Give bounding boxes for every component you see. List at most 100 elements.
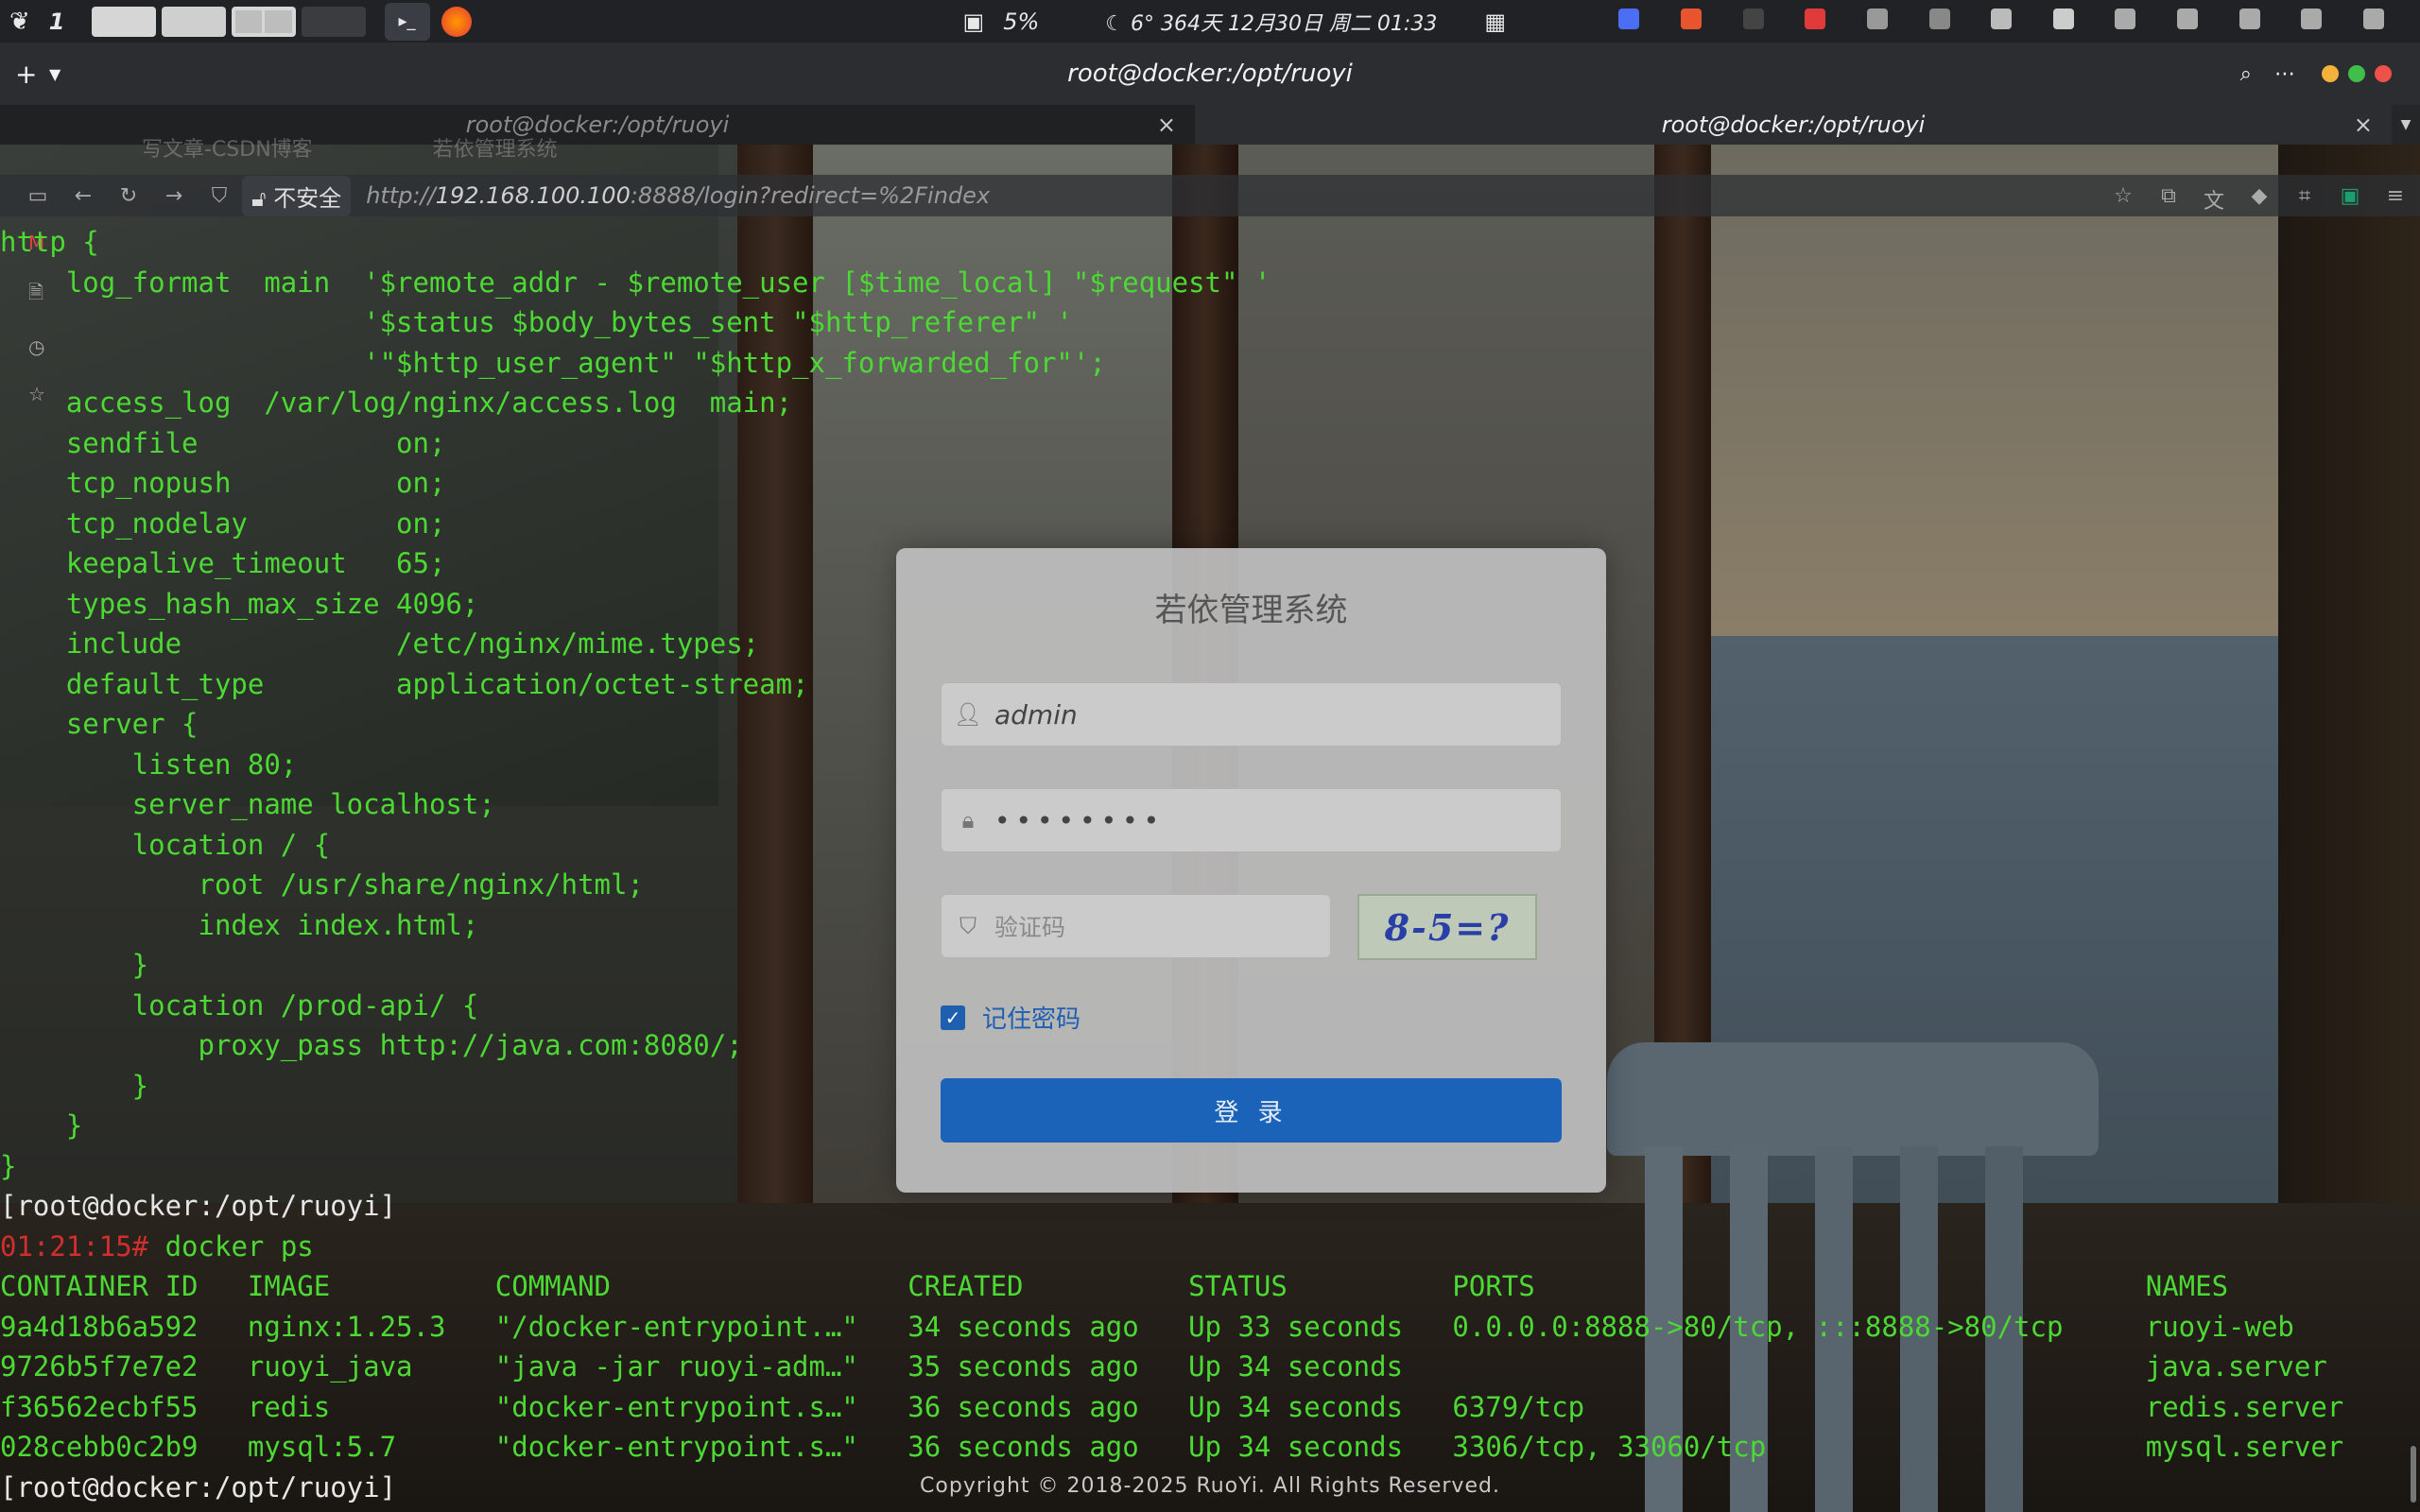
shield-icon: ⛉ bbox=[211, 184, 228, 208]
brightness-icon[interactable] bbox=[2115, 8, 2136, 29]
docker-ps-row: 028cebb0c2b9 mysql:5.7 "docker-entrypoin… bbox=[0, 1427, 2420, 1468]
close-icon[interactable]: × bbox=[2354, 112, 2373, 138]
login-dialog: 若依管理系统 👤︎ admin 🔒︎ •••••••• ⛉ 验证码 8-5=? … bbox=[896, 548, 1606, 1193]
terminal-text: sendfile on; bbox=[0, 426, 446, 459]
terminal-text: access_log /var/log/nginx/access.log mai… bbox=[0, 387, 793, 419]
terminal-text: 9a4d18b6a592 nginx:1.25.3 "/docker-entry… bbox=[0, 1310, 2294, 1343]
terminal-line: tcp_nodelay on; bbox=[0, 504, 2420, 544]
security-label: 不安全 bbox=[273, 184, 342, 212]
extension-icon[interactable]: ◆ bbox=[2248, 184, 2271, 208]
volume-icon[interactable] bbox=[2301, 8, 2323, 29]
tray-app-icon[interactable] bbox=[1742, 8, 1764, 29]
docker-ps-row: f36562ecbf55 redis "docker-entrypoint.s…… bbox=[0, 1387, 2420, 1428]
url-path: :8888/login?redirect=%2Findex bbox=[630, 182, 991, 209]
password-field[interactable]: 🔒︎ •••••••• bbox=[941, 788, 1562, 852]
terminal-text: 01:21:15# bbox=[0, 1229, 149, 1263]
terminal-text: } bbox=[0, 1149, 17, 1182]
scrollbar[interactable] bbox=[2411, 1446, 2416, 1503]
terminal-text: log_format main '$remote_addr - $remote_… bbox=[0, 266, 1271, 299]
workspace-3[interactable] bbox=[231, 6, 296, 37]
browser-url-bar: ▭ ← ↻ → ⛉ 🔓︎ 不安全 http://192.168.100.100:… bbox=[0, 175, 2420, 216]
close-button[interactable] bbox=[2375, 65, 2392, 82]
tray-app-icon[interactable] bbox=[1866, 8, 1888, 29]
terminal-titlebar: + ▼ root@docker:/opt/ruoyi ⌕ ⋯ bbox=[0, 43, 2420, 105]
extension-green-icon[interactable]: ▣ bbox=[2339, 184, 2361, 208]
tray-app-icon[interactable] bbox=[1618, 8, 1640, 29]
back-icon[interactable]: ← bbox=[72, 184, 95, 208]
datetime: ☾ 6° 364天 12月30日 周二 01:33 bbox=[1105, 11, 1438, 36]
terminal-text: '$status $body_bytes_sent "$http_referer… bbox=[0, 306, 1073, 338]
browser-tab-csdn[interactable]: 写文章-CSDN博客 bbox=[142, 138, 313, 162]
power-icon[interactable] bbox=[2363, 8, 2384, 29]
browser-tabs: 写文章-CSDN博客 若依管理系统 bbox=[57, 132, 558, 163]
terminal-text: } bbox=[0, 949, 149, 981]
calendar-icon[interactable]: ▦ bbox=[1484, 9, 1506, 35]
terminal-text: docker ps bbox=[148, 1229, 314, 1263]
app-logo-icon[interactable]: ❦ bbox=[9, 8, 30, 36]
translate-icon[interactable]: 文 bbox=[2203, 184, 2225, 214]
wifi-icon[interactable] bbox=[2177, 8, 2199, 29]
tray-app-icon[interactable] bbox=[1928, 8, 1950, 29]
captcha-placeholder: 验证码 bbox=[994, 914, 1066, 941]
url-input[interactable]: http://192.168.100.100:8888/login?redire… bbox=[366, 182, 990, 209]
remember-label: 记住密码 bbox=[982, 1005, 1081, 1034]
maximize-button[interactable] bbox=[2348, 65, 2365, 82]
terminal-tab-2[interactable]: root@docker:/opt/ruoyi × bbox=[1195, 105, 2392, 145]
terminal-text: 028cebb0c2b9 mysql:5.7 "docker-entrypoin… bbox=[0, 1431, 2344, 1463]
workspace-2[interactable] bbox=[161, 6, 226, 37]
terminal-text: proxy_pass http://java.com:8080/; bbox=[0, 1029, 743, 1061]
browser-tab-ruoyi[interactable]: 若依管理系统 bbox=[433, 138, 558, 162]
bluetooth-icon[interactable] bbox=[2238, 8, 2260, 29]
lock-icon: 🔒︎ bbox=[961, 807, 975, 833]
window-title: root@docker:/opt/ruoyi bbox=[1067, 60, 1353, 88]
cpu-usage: 5% bbox=[1003, 8, 1040, 35]
terminal-text: types_hash_max_size 4096; bbox=[0, 587, 479, 620]
captcha-image[interactable]: 8-5=? bbox=[1357, 894, 1537, 960]
terminal-text: } bbox=[0, 1069, 149, 1102]
system-bar: ❦ 1 ▸_ ▣ 5% ☾ 6° 364天 12月30日 周二 01:33 ▦ bbox=[0, 0, 2420, 43]
terminal-line: log_format main '$remote_addr - $remote_… bbox=[0, 263, 2420, 303]
firefox-app-icon[interactable] bbox=[441, 6, 472, 37]
tray-app-icon[interactable] bbox=[1805, 8, 1826, 29]
terminal-text: tcp_nopush on; bbox=[0, 467, 446, 499]
terminal-line: http { bbox=[0, 222, 2420, 263]
battery-icon[interactable] bbox=[2052, 8, 2074, 29]
username-field[interactable]: 👤︎ admin bbox=[941, 682, 1562, 747]
checkbox-checked-icon[interactable]: ✓ bbox=[941, 1005, 965, 1030]
terminal-text: server { bbox=[0, 708, 199, 740]
terminal-line: tcp_nopush on; bbox=[0, 463, 2420, 504]
extensions-icon[interactable]: ⧉ bbox=[2157, 184, 2180, 208]
chevron-down-icon[interactable]: ▼ bbox=[49, 65, 60, 83]
workspace-1[interactable] bbox=[91, 6, 156, 37]
sidebar-toggle-icon[interactable]: ▭ bbox=[26, 184, 49, 208]
user-icon: 👤︎ bbox=[953, 701, 983, 728]
terminal-text: CONTAINER ID IMAGE COMMAND CREATED STATU… bbox=[0, 1270, 2229, 1302]
copyright-text: Copyright © 2018-2025 RuoYi. All Rights … bbox=[920, 1474, 1500, 1498]
terminal-line: '"$http_user_agent" "$http_x_forwarded_f… bbox=[0, 343, 2420, 384]
crop-icon[interactable]: ⌗ bbox=[2293, 184, 2316, 208]
security-indicator[interactable]: 🔓︎ 不安全 bbox=[242, 175, 352, 216]
login-button[interactable]: 登 录 bbox=[941, 1078, 1562, 1143]
menu-icon[interactable]: ⋯ bbox=[2274, 62, 2295, 86]
hamburger-menu-icon[interactable]: ≡ bbox=[2384, 184, 2407, 208]
search-icon[interactable]: ⌕ bbox=[2240, 62, 2252, 86]
docker-ps-row: 9726b5f7e7e2 ruoyi_java "java -jar ruoyi… bbox=[0, 1347, 2420, 1387]
workspace-4[interactable] bbox=[301, 6, 366, 37]
tray-app-icon[interactable] bbox=[1991, 8, 2013, 29]
terminal-line: access_log /var/log/nginx/access.log mai… bbox=[0, 383, 2420, 423]
captcha-field[interactable]: ⛉ 验证码 bbox=[941, 894, 1331, 958]
bookmark-star-icon[interactable]: ☆ bbox=[2112, 184, 2135, 208]
terminal-text: location /prod-api/ { bbox=[0, 988, 479, 1022]
url-prefix: http:// bbox=[366, 182, 436, 209]
system-tray bbox=[1601, 8, 2401, 35]
docker-ps-row: 9a4d18b6a592 nginx:1.25.3 "/docker-entry… bbox=[0, 1307, 2420, 1348]
tray-app-icon[interactable] bbox=[1680, 8, 1702, 29]
remember-password-checkbox[interactable]: ✓ 记住密码 bbox=[941, 1000, 1080, 1035]
terminal-app-icon[interactable]: ▸_ bbox=[384, 2, 430, 41]
forward-icon[interactable]: → bbox=[163, 184, 185, 208]
new-tab-button[interactable]: + bbox=[15, 59, 37, 90]
minimize-button[interactable] bbox=[2322, 65, 2339, 82]
reload-icon[interactable]: ↻ bbox=[117, 184, 140, 208]
tab-dropdown-icon[interactable]: ▼ bbox=[2392, 105, 2420, 145]
close-icon[interactable]: × bbox=[1157, 112, 1176, 138]
